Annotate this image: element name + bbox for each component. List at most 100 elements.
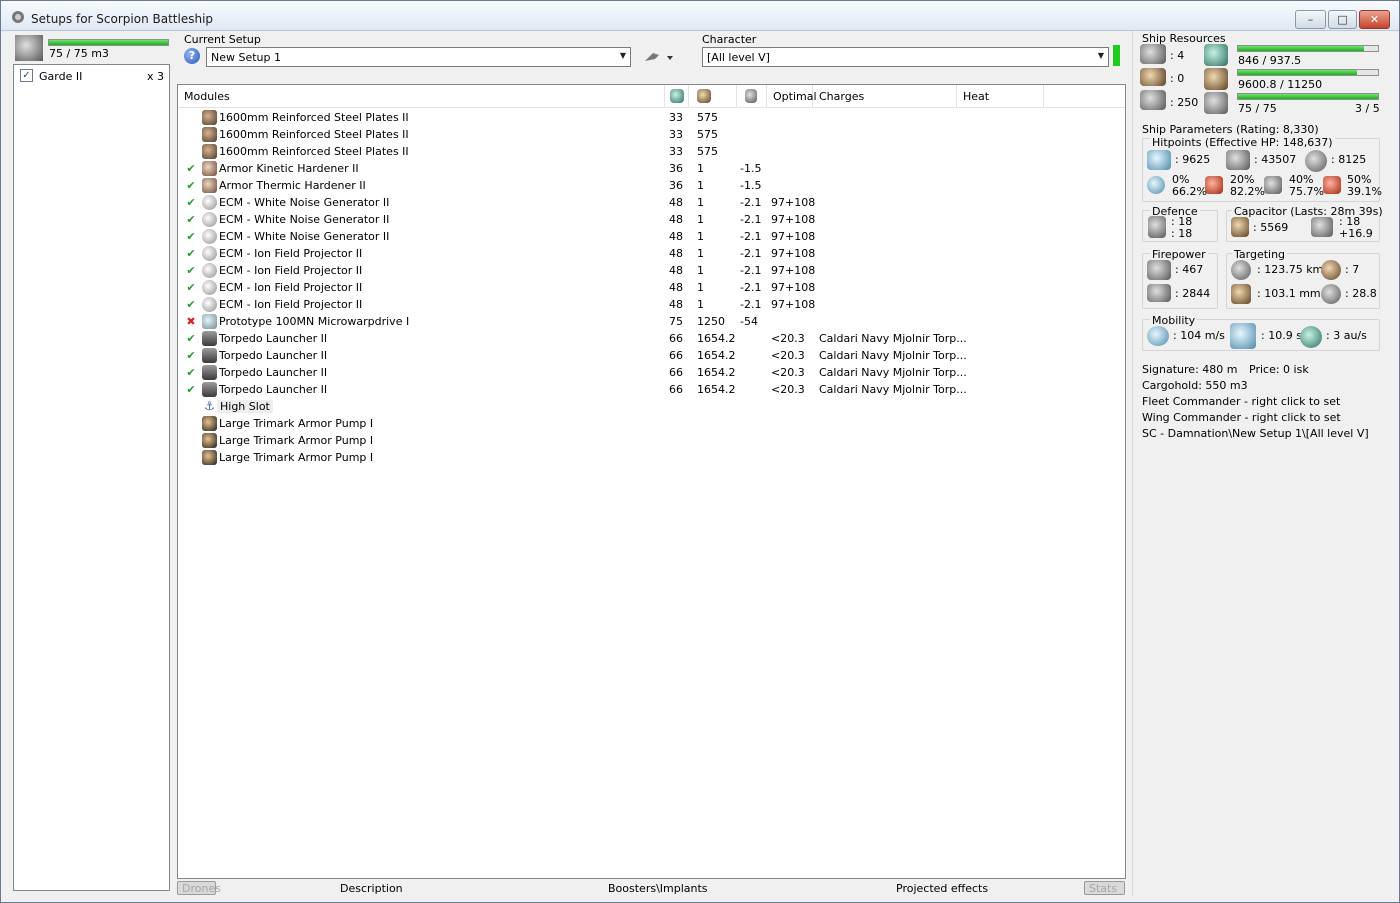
module-row[interactable]: ✖ Prototype 100MN Microwarpdrive I 75 1250 -… (178, 313, 1125, 330)
module-row[interactable]: 1600mm Reinforced Steel Plates II 33 575 (178, 126, 1125, 143)
window-title: Setups for Scorpion Battleship (31, 12, 214, 26)
capacitor-icon (1231, 217, 1249, 237)
module-row[interactable]: ✔ Armor Kinetic Hardener II 36 1 -1.5 (178, 160, 1125, 177)
module-online-icon[interactable]: ✔ (185, 247, 197, 260)
module-row[interactable]: ✔ ECM - White Noise Generator II 48 1 -2.1 97… (178, 228, 1125, 245)
module-online-icon[interactable]: ✔ (185, 298, 197, 311)
module-row[interactable]: ⚓ High Slot (178, 398, 1125, 415)
tab-projected-effects[interactable]: Projected effects (896, 882, 988, 895)
modules-table[interactable]: Modules Optimal Charges Heat 1600mm Rein… (177, 84, 1126, 879)
powergrid-icon (1204, 68, 1228, 90)
module-row[interactable]: Large Trimark Armor Pump I (178, 432, 1125, 449)
col-powergrid[interactable] (689, 85, 737, 108)
module-icon (202, 348, 217, 363)
module-capacitor: -2.1 (740, 281, 762, 294)
module-name: Torpedo Launcher II (219, 349, 328, 362)
chevron-down-icon: ▼ (1097, 51, 1104, 60)
module-row[interactable]: ✔ ECM - Ion Field Projector II 48 1 -2.1 97+1… (178, 279, 1125, 296)
setup-select[interactable]: New Setup 1 ▼ (206, 47, 631, 67)
module-optimal: 97+108 (771, 247, 816, 260)
capacitor-value-b: +16.9 (1339, 227, 1373, 240)
module-online-icon[interactable]: ✔ (185, 349, 197, 362)
module-name: ECM - Ion Field Projector II (219, 298, 363, 311)
col-modules[interactable]: Modules (178, 85, 665, 108)
module-row[interactable]: ✔ ECM - Ion Field Projector II 48 1 -2.1 97+1… (178, 296, 1125, 313)
tab-description[interactable]: Description (340, 882, 403, 895)
targeting-range-icon (1231, 260, 1251, 280)
col-charges[interactable]: Charges (813, 85, 957, 108)
module-charges: Caldari Navy Mjolnir Torp... (819, 383, 967, 396)
ship-parameters-label: Ship Parameters (Rating: 8,330) (1142, 123, 1319, 136)
close-button[interactable]: ✕ (1359, 10, 1390, 29)
module-icon (202, 297, 217, 312)
title-bar[interactable]: Setups for Scorpion Battleship – □ ✕ (1, 1, 1399, 31)
app-icon (11, 10, 25, 24)
setup-select-value: New Setup 1 (211, 51, 282, 64)
col-heat[interactable]: Heat (957, 85, 1044, 108)
drone-item[interactable]: ✓ Garde II x 3 (20, 68, 166, 84)
module-row[interactable]: ✔ ECM - White Noise Generator II 48 1 -2.1 97… (178, 211, 1125, 228)
shield-icon (1147, 150, 1171, 170)
maximize-button[interactable]: □ (1328, 10, 1357, 29)
col-optimal[interactable]: Optimal (767, 85, 817, 108)
module-cpu: 48 (669, 230, 683, 243)
wing-commander[interactable]: Wing Commander - right click to set (1142, 411, 1341, 424)
module-online-icon[interactable]: ✔ (185, 383, 197, 396)
calibration-value: : 250 (1170, 96, 1199, 109)
module-row[interactable]: ✔ Torpedo Launcher II 66 1654.2 <20.3 Caldari… (178, 347, 1125, 364)
help-icon[interactable]: ? (184, 48, 200, 64)
hitpoints-label: Hitpoints (Effective HP: 148,637) (1150, 136, 1335, 149)
module-capacitor: -2.1 (740, 298, 762, 311)
col-cpu[interactable] (665, 85, 689, 108)
module-row[interactable]: Large Trimark Armor Pump I (178, 415, 1125, 432)
structure-icon (1305, 150, 1327, 172)
module-online-icon[interactable]: ✔ (185, 281, 197, 294)
minimize-button[interactable]: – (1295, 10, 1326, 29)
tab-stats[interactable]: Stats (1084, 881, 1125, 895)
module-cpu: 66 (669, 383, 683, 396)
tab-boosters-implants[interactable]: Boosters\Implants (608, 882, 708, 895)
module-row[interactable]: ✔ ECM - White Noise Generator II 48 1 -2.1 97… (178, 194, 1125, 211)
modules-table-header: Modules Optimal Charges Heat (178, 85, 1125, 108)
module-row[interactable]: 1600mm Reinforced Steel Plates II 33 575 (178, 143, 1125, 160)
module-online-icon[interactable]: ✔ (185, 162, 197, 175)
drone-list[interactable]: ✓ Garde II x 3 (13, 64, 170, 891)
module-row[interactable]: ✔ Armor Thermic Hardener II 36 1 -1.5 (178, 177, 1125, 194)
module-online-icon[interactable]: ✔ (185, 230, 197, 243)
module-online-icon[interactable]: ✔ (185, 366, 197, 379)
fleet-commander[interactable]: Fleet Commander - right click to set (1142, 395, 1340, 408)
module-row[interactable]: ✔ Torpedo Launcher II 66 1654.2 <20.3 Caldari… (178, 330, 1125, 347)
drone-bay-header: 75 / 75 m3 (13, 35, 171, 63)
align-time: : 10.9 s (1261, 329, 1302, 342)
module-row[interactable]: ✔ ECM - Ion Field Projector II 48 1 -2.1 97+1… (178, 245, 1125, 262)
module-online-icon[interactable]: ✔ (185, 332, 197, 345)
module-icon (202, 433, 217, 448)
warp-speed: : 3 au/s (1326, 329, 1367, 342)
module-online-icon[interactable]: ✔ (185, 179, 197, 192)
module-name: ECM - Ion Field Projector II (219, 247, 363, 260)
module-name: ECM - Ion Field Projector II (219, 281, 363, 294)
module-cpu: 75 (669, 315, 683, 328)
kinetic-resist-icon (1264, 176, 1282, 194)
module-offline-icon[interactable]: ✖ (185, 315, 197, 328)
module-row[interactable]: Large Trimark Armor Pump I (178, 449, 1125, 466)
col-capacitor[interactable] (737, 85, 767, 108)
module-charges: Caldari Navy Mjolnir Torp... (819, 332, 967, 345)
powergrid-bar (1237, 69, 1379, 76)
module-row[interactable]: 1600mm Reinforced Steel Plates II 33 575 (178, 109, 1125, 126)
volley-icon (1147, 284, 1171, 302)
tab-drones[interactable]: Drones (177, 881, 221, 895)
module-online-icon[interactable]: ✔ (185, 196, 197, 209)
module-row[interactable]: ✔ Torpedo Launcher II 66 1654.2 <20.3 Caldari… (178, 381, 1125, 398)
module-row[interactable]: ✔ Torpedo Launcher II 66 1654.2 <20.3 Caldari… (178, 364, 1125, 381)
setup-options-button[interactable] (641, 47, 677, 67)
drone-checkbox[interactable]: ✓ (20, 69, 33, 82)
em-resist-bottom: 66.2% (1172, 185, 1207, 198)
module-online-icon[interactable]: ✔ (185, 264, 197, 277)
module-online-icon[interactable]: ✔ (185, 213, 197, 226)
module-capacitor: -2.1 (740, 196, 762, 209)
module-name: ECM - White Noise Generator II (219, 213, 390, 226)
module-row[interactable]: ✔ ECM - Ion Field Projector II 48 1 -2.1 97+1… (178, 262, 1125, 279)
drone-quantity: x 3 (146, 70, 164, 83)
character-select[interactable]: [All level V] ▼ (702, 47, 1109, 67)
